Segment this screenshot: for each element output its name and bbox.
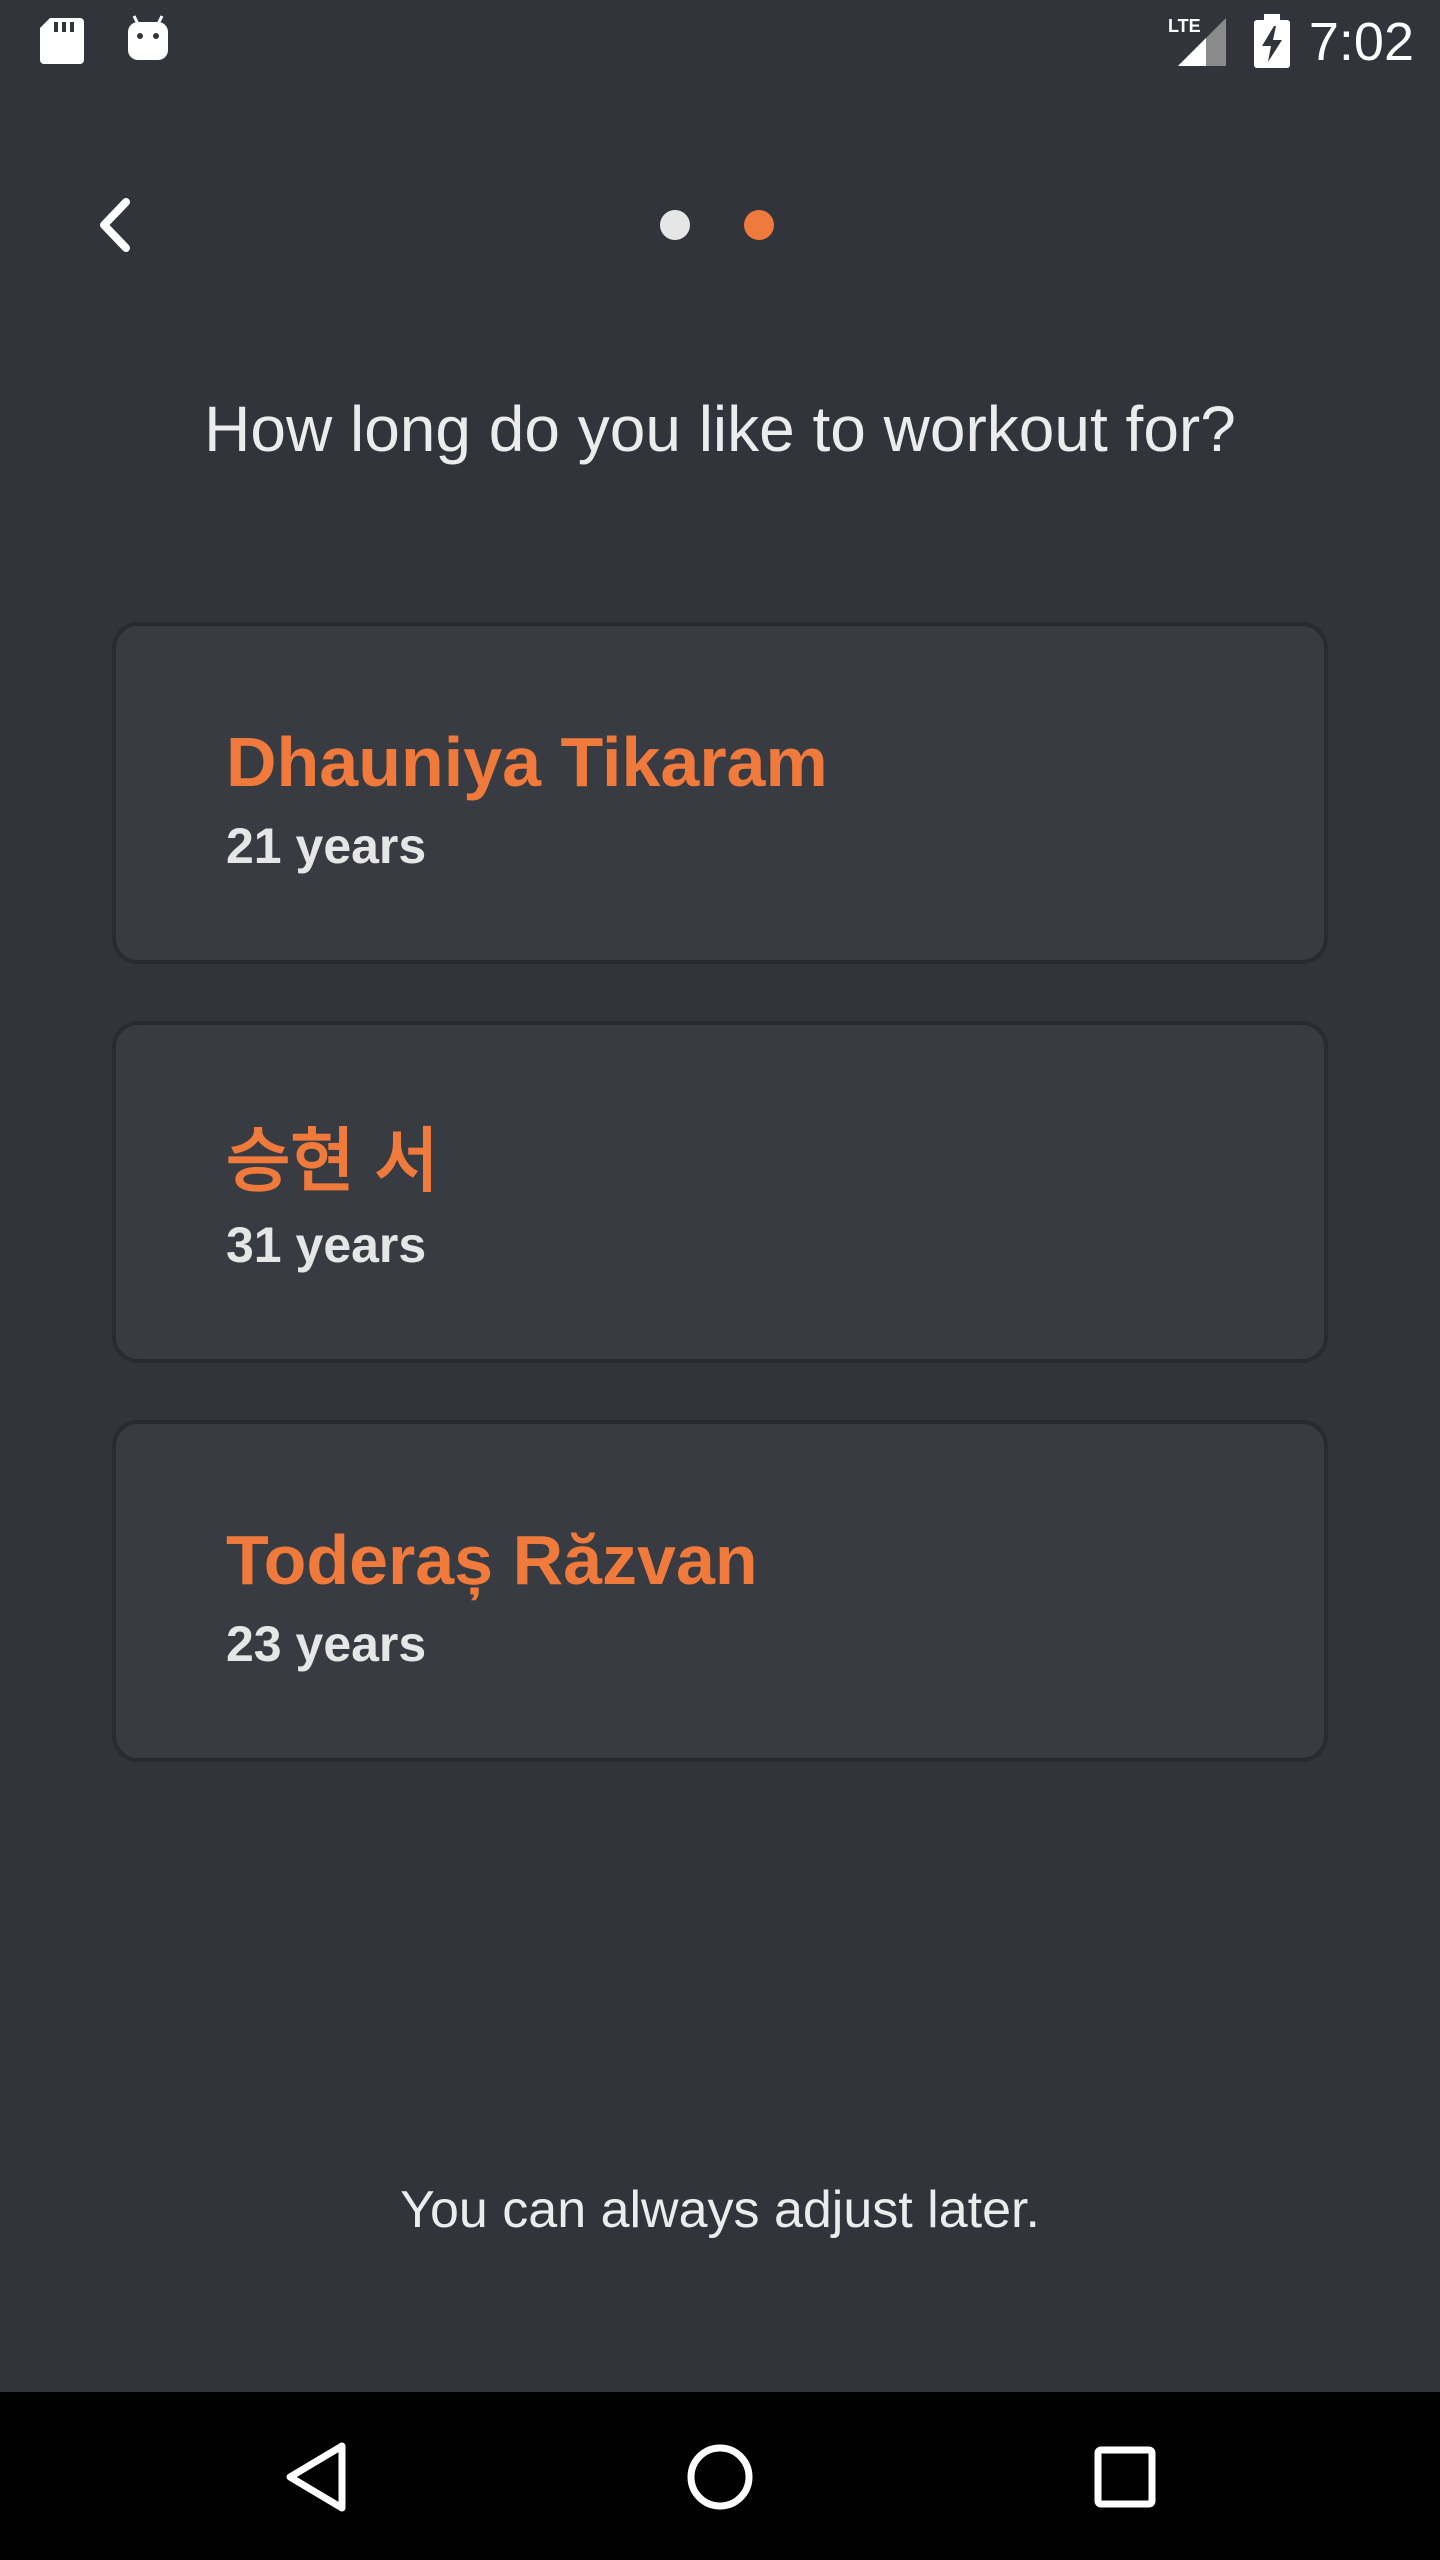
page-indicator <box>660 210 780 242</box>
status-bar: LTE 7:02 <box>0 0 1440 84</box>
back-triangle-icon <box>286 2442 346 2512</box>
question-title: How long do you like to workout for? <box>204 393 1236 465</box>
android-icon <box>128 15 168 60</box>
network-label: LTE <box>1168 16 1201 36</box>
option-age: 23 years <box>226 1616 427 1672</box>
home-circle-icon <box>687 2444 753 2510</box>
signal-icon: LTE <box>1168 16 1226 66</box>
option-list: Dhauniya Tikaram 21 years 승현 서 31 years … <box>112 622 1328 1819</box>
option-card[interactable]: 승현 서 31 years <box>112 1021 1328 1363</box>
sd-card-icon <box>40 18 84 64</box>
option-age: 21 years <box>226 818 427 874</box>
page-dot-1[interactable] <box>660 210 690 240</box>
status-clock: 7:02 <box>1308 12 1414 72</box>
option-name: Dhauniya Tikaram <box>226 723 828 801</box>
back-button[interactable] <box>70 180 160 270</box>
option-name: Toderaș Răzvan <box>226 1521 758 1599</box>
page-dot-2-active[interactable] <box>744 210 774 240</box>
option-card[interactable]: Dhauniya Tikaram 21 years <box>112 622 1328 964</box>
system-home-button[interactable] <box>675 2432 765 2522</box>
battery-charging-icon <box>1254 14 1290 68</box>
recents-square-icon <box>1094 2446 1156 2508</box>
option-card[interactable]: Toderaș Răzvan 23 years <box>112 1420 1328 1762</box>
system-nav-bar <box>0 2392 1440 2560</box>
option-name: 승현 서 <box>226 1122 439 1200</box>
option-age: 31 years <box>226 1217 427 1273</box>
footer-note: You can always adjust later. <box>400 2181 1040 2239</box>
system-back-button[interactable] <box>272 2432 362 2522</box>
chevron-left-icon <box>100 198 130 252</box>
onboarding-header <box>0 170 1440 280</box>
system-recents-button[interactable] <box>1080 2432 1170 2522</box>
